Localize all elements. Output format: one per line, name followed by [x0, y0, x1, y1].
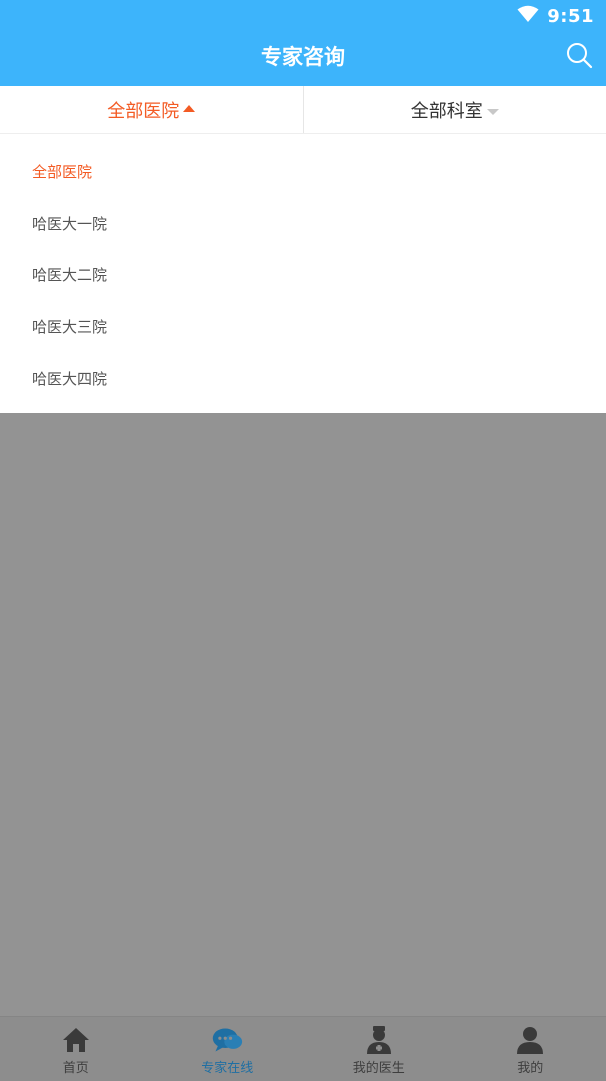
hospital-filter-label: 全部医院	[107, 97, 179, 123]
status-bar: 9:51	[0, 0, 606, 32]
doctor-icon	[363, 1025, 395, 1055]
home-icon	[60, 1025, 92, 1055]
dropdown-item-hospital-1[interactable]: 哈医大一院	[32, 212, 107, 236]
hospital-dropdown: 全部医院 哈医大一院 哈医大二院 哈医大三院 哈医大四院	[0, 134, 606, 413]
tab-my-doctor-label: 我的医生	[353, 1057, 405, 1076]
tab-profile[interactable]: 我的	[455, 1017, 606, 1081]
page-title: 专家咨询	[0, 32, 606, 82]
department-filter-label: 全部科室	[411, 97, 483, 123]
dim-overlay[interactable]	[0, 413, 606, 1016]
dropdown-item-hospital-2[interactable]: 哈医大二院	[32, 263, 107, 287]
bottom-tab-bar: 首页 专家在线 我的医生	[0, 1016, 606, 1081]
tab-profile-label: 我的	[517, 1057, 543, 1076]
status-time: 9:51	[547, 6, 594, 27]
hospital-filter-tab[interactable]: 全部医院	[0, 86, 303, 133]
search-icon	[565, 41, 593, 73]
filter-bar: 全部医院 全部科室	[0, 86, 606, 134]
dropdown-item-hospital-3[interactable]: 哈医大三院	[32, 315, 107, 339]
department-filter-tab[interactable]: 全部科室	[304, 86, 606, 133]
tab-expert-online-label: 专家在线	[201, 1057, 253, 1076]
dropdown-item-hospital-4[interactable]: 哈医大四院	[32, 367, 107, 391]
search-button[interactable]	[564, 42, 594, 72]
caret-up-icon	[183, 105, 195, 112]
chat-icon	[211, 1025, 243, 1055]
wifi-icon	[517, 5, 539, 27]
app-bar: 专家咨询	[0, 32, 606, 86]
caret-down-icon	[487, 109, 499, 115]
status-right: 9:51	[517, 0, 594, 32]
user-icon	[514, 1025, 546, 1055]
dropdown-item-all-hospitals[interactable]: 全部医院	[32, 160, 92, 184]
tab-expert-online[interactable]: 专家在线	[152, 1017, 304, 1081]
tab-my-doctor[interactable]: 我的医生	[303, 1017, 455, 1081]
tab-home-label: 首页	[63, 1057, 89, 1076]
tab-home[interactable]: 首页	[0, 1017, 152, 1081]
